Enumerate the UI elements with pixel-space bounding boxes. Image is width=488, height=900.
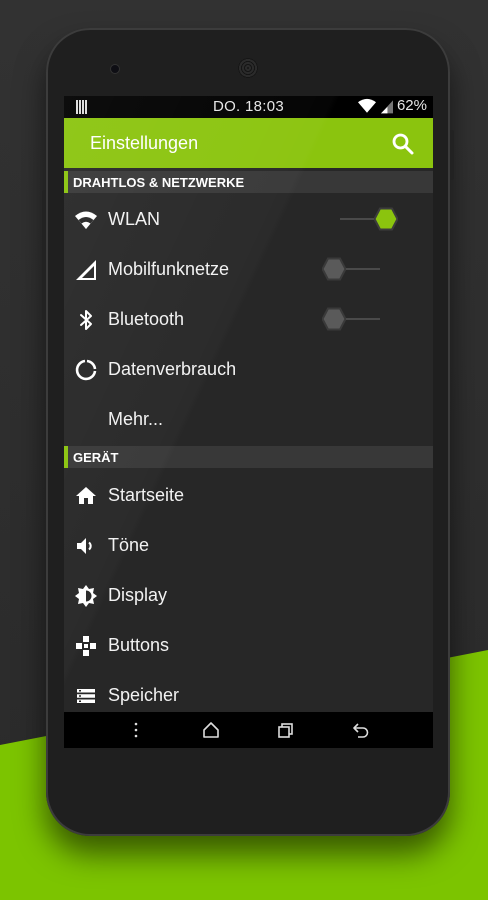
settings-item-label: Töne [108,535,150,555]
settings-item-label: Startseite [108,485,185,505]
section-label: DRAHTLOS & NETZWERKE [73,175,245,190]
toggle-knob-off [322,307,346,331]
section-accent-bar [64,171,68,193]
settings-item-bluetooth[interactable]: Bluetooth [64,295,433,345]
settings-item-label: Mobilfunknetze [108,259,230,279]
settings-item-display[interactable]: Display [64,571,433,621]
settings-item-more[interactable]: Mehr... [64,395,433,445]
brightness-icon [75,585,97,607]
toggle-track [346,268,380,270]
settings-item-label: Speicher [108,685,180,705]
mobile-networks-toggle[interactable] [322,255,382,283]
status-indicators: 62% [357,97,427,114]
settings-item-data-usage[interactable]: Datenverbrauch [64,345,433,395]
signal-status-icon [380,99,393,113]
data-usage-icon [75,359,97,381]
section-header-wireless: DRAHTLOS & NETZWERKE [64,171,433,193]
battery-level: 62% [396,97,427,114]
volume-icon [77,538,92,554]
front-camera [111,65,119,73]
menu-dots-icon[interactable] [126,720,146,740]
settings-item-label: Mehr... [108,409,164,429]
app-bar: Einstellungen [64,118,433,168]
status-bar: DO. 18:03 62% [64,96,433,118]
page-title: Einstellungen [90,133,199,153]
settings-item-label: Bluetooth [108,309,185,329]
settings-item-label: Datenverbrauch [108,359,237,379]
navigation-bar [64,712,433,748]
home-icon [76,487,96,504]
bluetooth-icon [80,310,92,330]
wifi-icon [75,211,97,229]
toggle-knob-on [374,207,398,231]
gamepad-icon [76,636,96,656]
section-label: GERÄT [73,450,119,465]
screen: DO. 18:03 62% Einstellungen DRAHTLOS & N… [64,96,433,748]
cell-signal-icon [76,260,96,280]
section-header-device: GERÄT [64,446,433,468]
phone-side-button [42,190,46,320]
settings-item-label: WLAN [108,209,161,229]
settings-item-buttons[interactable]: Buttons [64,621,433,671]
toggle-knob-off [322,257,346,281]
toggle-track [346,318,380,320]
settings-item-mobile-networks[interactable]: Mobilfunknetze [64,245,433,295]
storage-icon [77,689,95,703]
back-icon[interactable] [351,720,371,740]
settings-item-wlan[interactable]: WLAN [64,195,433,245]
bluetooth-toggle[interactable] [322,305,382,333]
earpiece-speaker [238,58,258,78]
home-nav-icon[interactable] [201,720,221,740]
settings-item-sounds[interactable]: Töne [64,521,433,571]
phone-side-button [450,130,454,180]
search-icon[interactable] [391,132,415,156]
recent-apps-icon[interactable] [276,720,296,740]
settings-item-label: Display [108,585,168,605]
wlan-toggle[interactable] [340,205,400,233]
section-accent-bar [64,446,68,468]
settings-item-home[interactable]: Startseite [64,471,433,521]
settings-item-label: Buttons [108,635,170,655]
wifi-status-icon [357,98,376,113]
